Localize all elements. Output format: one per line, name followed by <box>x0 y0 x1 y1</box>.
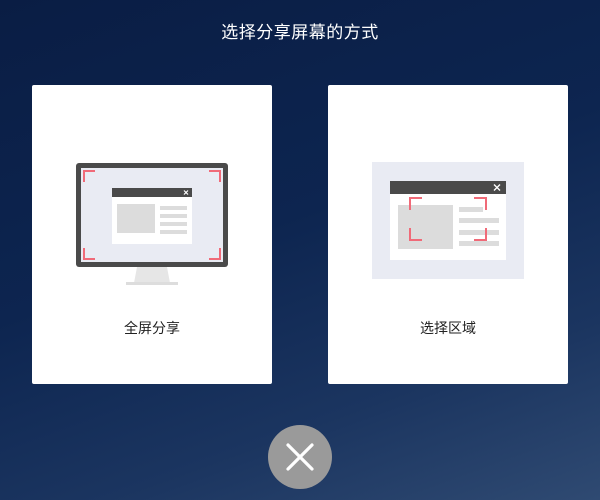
full-screen-share-label: 全屏分享 <box>124 321 180 337</box>
window-region-icon <box>372 162 524 279</box>
close-button[interactable] <box>268 425 332 489</box>
monitor-fullscreen-icon <box>76 163 228 285</box>
full-screen-share-option[interactable]: 全屏分享 <box>32 85 272 384</box>
close-icon <box>286 443 314 471</box>
select-region-option[interactable]: 选择区域 <box>328 85 568 384</box>
select-region-label: 选择区域 <box>420 321 476 337</box>
page-title: 选择分享屏幕的方式 <box>221 23 379 43</box>
